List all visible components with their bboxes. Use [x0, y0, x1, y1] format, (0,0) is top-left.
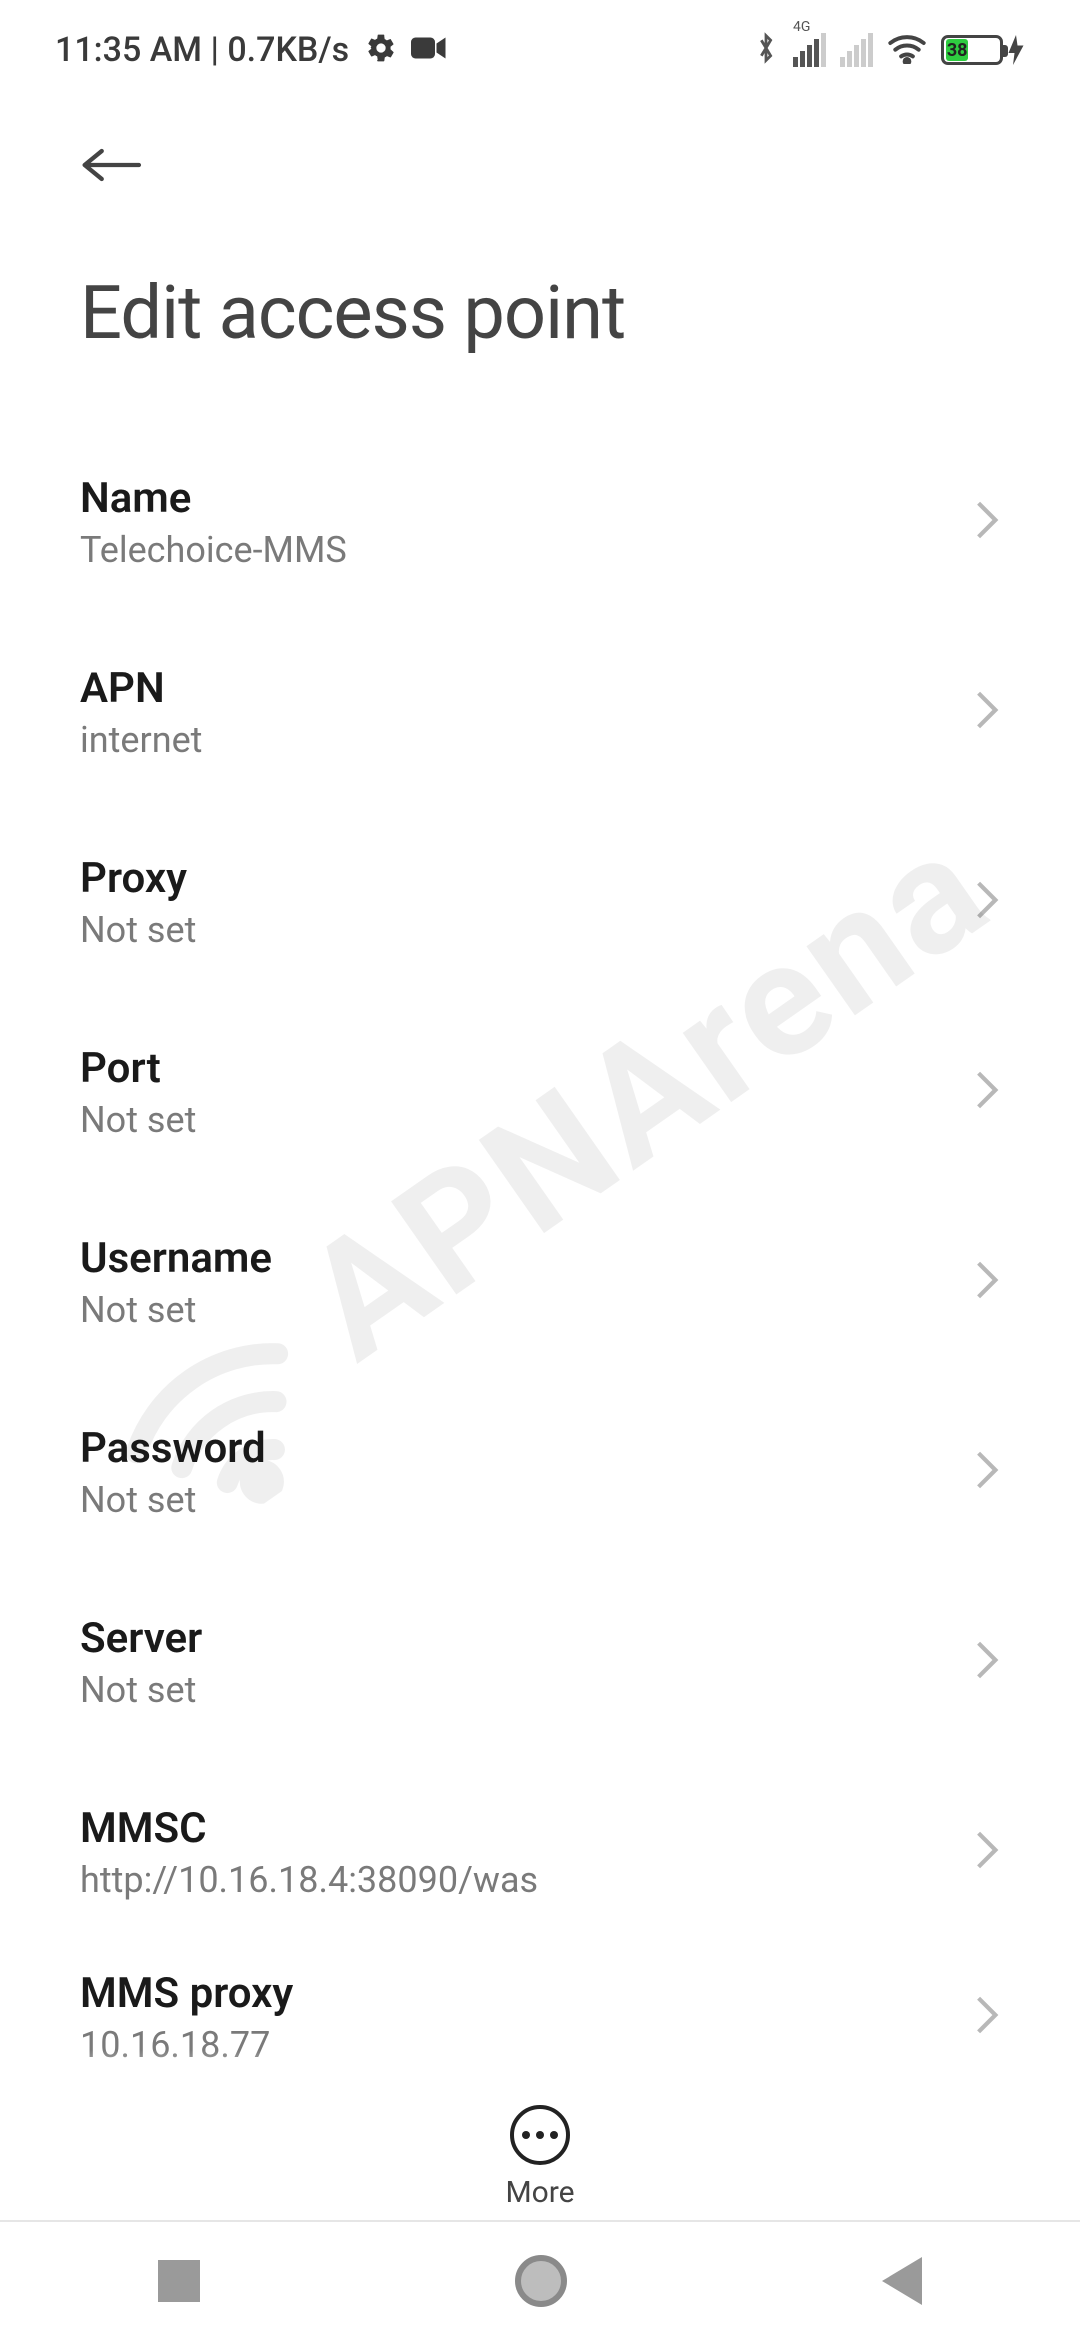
row-proxy[interactable]: Proxy Not set	[80, 807, 1000, 997]
signal-4g-icon: 4G	[793, 33, 826, 67]
status-bar: 11:35 AM | 0.7KB/s 4G	[0, 0, 1080, 80]
row-value: Not set	[80, 1479, 266, 1521]
row-value: Telechoice-MMS	[80, 529, 347, 571]
chevron-right-icon	[974, 1994, 1000, 2040]
settings-icon	[365, 32, 397, 68]
signal-nosim-icon	[840, 33, 873, 67]
nav-back-button[interactable]	[882, 2257, 922, 2305]
chevron-right-icon	[974, 499, 1000, 545]
row-port[interactable]: Port Not set	[80, 997, 1000, 1187]
more-label: More	[505, 2175, 574, 2210]
row-label: APN	[80, 664, 202, 713]
row-value: 10.16.18.77	[80, 2024, 293, 2066]
more-button[interactable]: More	[0, 2080, 1080, 2210]
row-value: http://10.16.18.4:38090/was	[80, 1859, 538, 1901]
wifi-icon	[887, 32, 927, 68]
battery-indicator: 38	[941, 35, 1025, 65]
more-icon	[510, 2105, 570, 2165]
chevron-right-icon	[974, 1449, 1000, 1495]
row-value: internet	[80, 719, 202, 761]
row-mms-proxy[interactable]: MMS proxy 10.16.18.77	[80, 1947, 1000, 2087]
chevron-right-icon	[974, 879, 1000, 925]
chevron-right-icon	[974, 1639, 1000, 1685]
page-title: Edit access point	[80, 270, 1000, 357]
camera-icon	[411, 34, 447, 66]
row-label: Password	[80, 1424, 266, 1473]
back-button[interactable]	[80, 130, 150, 200]
row-label: Port	[80, 1044, 196, 1093]
nav-home-button[interactable]	[515, 2255, 567, 2307]
row-mmsc[interactable]: MMSC http://10.16.18.4:38090/was	[80, 1757, 1000, 1947]
row-server[interactable]: Server Not set	[80, 1567, 1000, 1757]
status-time: 11:35 AM | 0.7KB/s	[55, 30, 349, 70]
chevron-right-icon	[974, 689, 1000, 735]
row-value: Not set	[80, 1669, 202, 1711]
bluetooth-icon	[753, 31, 779, 69]
row-label: Proxy	[80, 854, 196, 903]
row-value: Not set	[80, 909, 196, 951]
system-nav-bar	[0, 2220, 1080, 2340]
row-password[interactable]: Password Not set	[80, 1377, 1000, 1567]
row-username[interactable]: Username Not set	[80, 1187, 1000, 1377]
apn-settings-list: Name Telechoice-MMS APN internet Proxy N…	[0, 417, 1080, 2087]
row-label: MMSC	[80, 1804, 538, 1853]
chevron-right-icon	[974, 1259, 1000, 1305]
row-label: Username	[80, 1234, 272, 1283]
row-value: Not set	[80, 1289, 272, 1331]
nav-recent-button[interactable]	[158, 2260, 200, 2302]
row-label: Server	[80, 1614, 202, 1663]
chevron-right-icon	[974, 1829, 1000, 1875]
row-label: Name	[80, 474, 347, 523]
row-value: Not set	[80, 1099, 196, 1141]
row-label: MMS proxy	[80, 1969, 293, 2018]
row-apn[interactable]: APN internet	[80, 617, 1000, 807]
row-name[interactable]: Name Telechoice-MMS	[80, 427, 1000, 617]
chevron-right-icon	[974, 1069, 1000, 1115]
